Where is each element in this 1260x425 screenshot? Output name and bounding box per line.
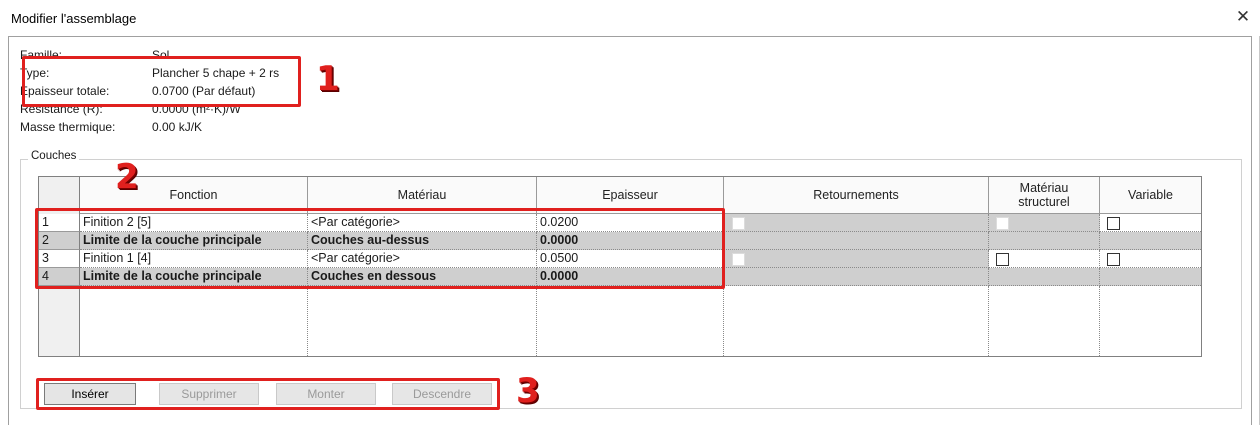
annotation-number-3: 3 xyxy=(516,371,540,411)
dialog-title: Modifier l'assemblage xyxy=(11,11,137,26)
column-divider xyxy=(307,286,308,356)
variable-checkbox[interactable] xyxy=(1107,253,1120,266)
cell-retournements xyxy=(724,250,989,268)
wraps-checkbox xyxy=(732,253,745,266)
annotation-box-3 xyxy=(36,378,500,410)
variable-checkbox[interactable] xyxy=(1107,217,1120,230)
column-divider xyxy=(723,286,724,356)
layers-group-label: Couches xyxy=(28,150,80,162)
annotation-number-2: 2 xyxy=(115,157,139,197)
column-divider xyxy=(1099,286,1100,356)
annotation-box-2 xyxy=(35,208,725,289)
modify-assembly-dialog: Modifier l'assemblage ✕ Famille: Sol Typ… xyxy=(0,0,1260,425)
title-bar: Modifier l'assemblage ✕ xyxy=(0,0,1260,36)
cell-variable xyxy=(1100,232,1201,250)
annotation-number-1: 1 xyxy=(316,59,340,99)
structural-material-checkbox[interactable] xyxy=(996,253,1009,266)
column-divider xyxy=(988,286,989,356)
column-header-materiau-structurel[interactable]: Matériau structurel xyxy=(989,177,1100,214)
column-header-retournements[interactable]: Retournements xyxy=(724,177,989,214)
wraps-checkbox xyxy=(732,217,745,230)
cell-materiau-structurel xyxy=(989,268,1100,286)
column-header-variable[interactable]: Variable xyxy=(1100,177,1201,214)
property-label: Masse thermique: xyxy=(20,120,116,134)
cell-retournements xyxy=(724,268,989,286)
close-icon[interactable]: ✕ xyxy=(1232,6,1254,28)
structural-material-checkbox xyxy=(996,217,1009,230)
cell-variable xyxy=(1100,268,1201,286)
property-value: 0.00 kJ/K xyxy=(152,120,203,134)
cell-materiau-structurel xyxy=(989,232,1100,250)
column-divider xyxy=(536,286,537,356)
annotation-box-1 xyxy=(22,56,301,107)
cell-retournements xyxy=(724,214,989,232)
cell-retournements xyxy=(724,232,989,250)
